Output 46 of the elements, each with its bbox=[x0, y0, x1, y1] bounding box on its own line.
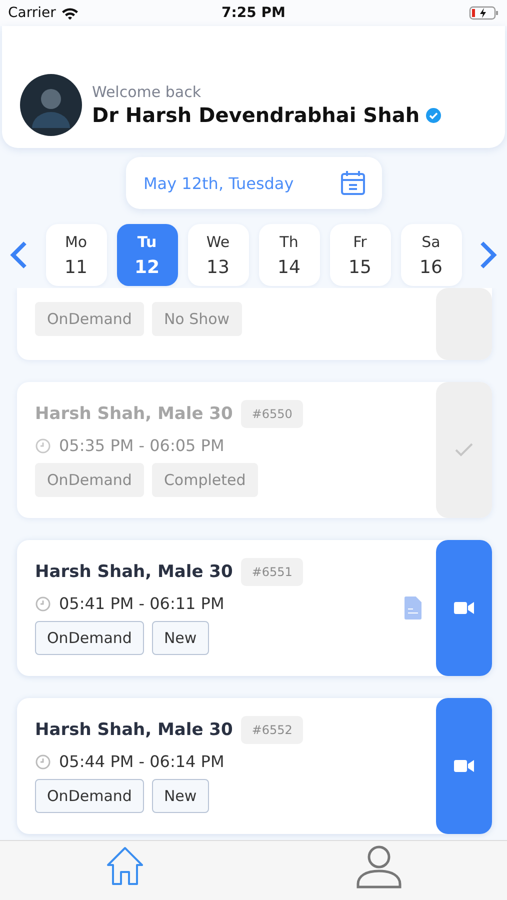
clock-icon bbox=[35, 438, 51, 454]
wifi-icon bbox=[60, 6, 79, 20]
calendar-icon bbox=[340, 170, 366, 196]
profile-tab[interactable] bbox=[356, 845, 402, 889]
checkmark-icon bbox=[455, 443, 473, 457]
day-tab[interactable]: Th 14 bbox=[258, 224, 320, 286]
home-icon bbox=[105, 845, 146, 887]
day-tab[interactable]: Mo 11 bbox=[46, 224, 106, 286]
appointment-time: 05:44 PM - 06:14 PM bbox=[59, 752, 224, 771]
status-tag: OnDemand bbox=[35, 302, 144, 336]
doctor-name: Dr Harsh Devendrabhai Shah bbox=[92, 103, 420, 127]
video-camera-icon bbox=[454, 601, 474, 615]
status-tag: OnDemand bbox=[35, 779, 144, 813]
appointment-action-button[interactable] bbox=[436, 540, 492, 676]
appointment-id: #6551 bbox=[240, 558, 304, 586]
patient-name: Harsh Shah, Male 30 bbox=[35, 562, 233, 582]
clock-time: 7:25 PM bbox=[222, 5, 286, 21]
patient-name: Harsh Shah, Male 30 bbox=[35, 404, 233, 424]
day-tab[interactable]: Sa 16 bbox=[400, 224, 462, 286]
document-icon[interactable] bbox=[404, 596, 422, 620]
status-tag: New bbox=[152, 779, 209, 813]
day-tab[interactable]: Tu 12 bbox=[116, 224, 178, 286]
day-tab[interactable]: Fr 15 bbox=[330, 224, 390, 286]
carrier-label: Carrier bbox=[8, 5, 56, 21]
battery-icon bbox=[468, 6, 499, 20]
appointment-card[interactable]: Harsh Shah, Male 30 #6552 05:44 PM - 06:14 PM OnDemand New bbox=[17, 698, 492, 834]
clock-icon bbox=[35, 596, 51, 612]
appointment-time: 05:35 PM - 06:05 PM bbox=[59, 436, 224, 455]
patient-name: Harsh Shah, Male 30 bbox=[35, 720, 233, 740]
status-tag: New bbox=[152, 621, 209, 655]
status-tag: Completed bbox=[152, 463, 258, 497]
home-tab[interactable] bbox=[105, 845, 146, 887]
welcome-text: Welcome back bbox=[92, 83, 202, 101]
person-icon bbox=[356, 845, 402, 889]
appointment-id: #6552 bbox=[240, 716, 304, 744]
video-camera-icon bbox=[454, 759, 474, 773]
appointment-card[interactable]: Harsh Shah, Male 30 #6551 05:41 PM - 06:11 PM OnDemand New bbox=[17, 540, 492, 676]
appointment-time: 05:41 PM - 06:11 PM bbox=[59, 594, 224, 613]
avatar bbox=[20, 74, 82, 136]
day-tab[interactable]: We 13 bbox=[188, 224, 248, 286]
status-tag: OnDemand bbox=[35, 463, 144, 497]
status-tag: OnDemand bbox=[35, 621, 144, 655]
appointment-id: #6550 bbox=[240, 400, 304, 428]
appointment-action-button[interactable] bbox=[436, 698, 492, 834]
status-tag: No Show bbox=[152, 302, 242, 336]
clock-icon bbox=[35, 754, 51, 770]
